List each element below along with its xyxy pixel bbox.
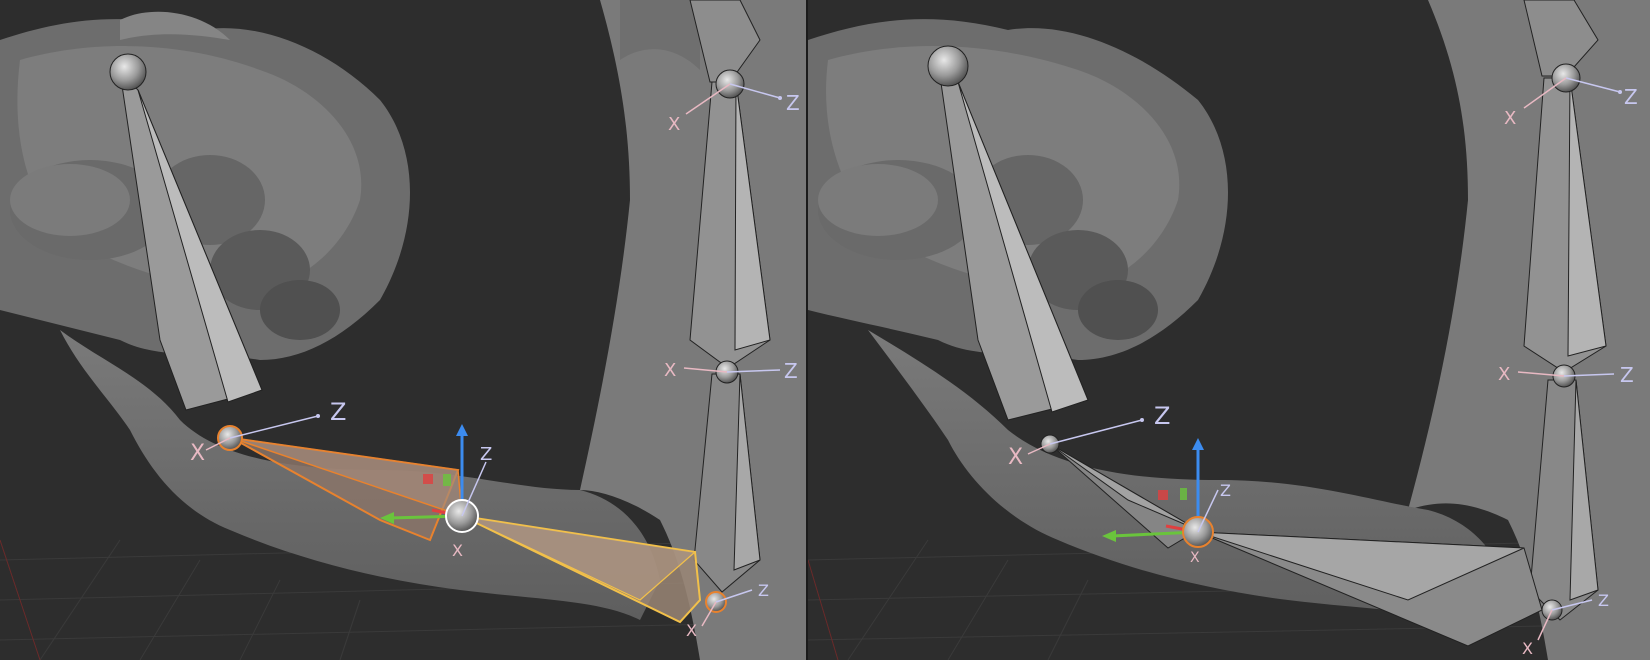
gizmo-z-arrow[interactable] xyxy=(456,424,468,436)
spine-mid-z-label: Z xyxy=(784,359,798,383)
gizmo-xz-plane[interactable] xyxy=(423,474,433,484)
gizmo-yz-plane[interactable] xyxy=(1180,488,1187,500)
jaw-root-z-label: Z xyxy=(330,398,346,426)
spine-mid-x-label: X xyxy=(1498,364,1510,385)
spine-low-x-label: X xyxy=(1522,639,1533,658)
gizmo-yz-plane[interactable] xyxy=(443,474,451,486)
viewport-right[interactable]: Z X Z X X Z X Z Z X xyxy=(808,0,1650,660)
spine-top-z-label: Z xyxy=(786,91,800,115)
spine-mid-z-label: Z xyxy=(1620,363,1634,387)
spine-top-x-label: X xyxy=(1504,108,1516,129)
viewport-left[interactable]: Z X Z X X Z X Z Z X xyxy=(0,0,806,660)
viewport-right-canvas[interactable]: Z X Z X X Z X Z Z X xyxy=(808,0,1650,660)
jaw-root-x-label: X xyxy=(190,441,205,466)
spine-low-z-label: Z xyxy=(758,581,769,600)
jaw-root-z-label: Z xyxy=(1154,402,1170,430)
gizmo-z-label: Z xyxy=(1220,481,1231,500)
gizmo-x-label: X xyxy=(1190,550,1200,566)
gizmo-z-label: Z xyxy=(480,444,492,465)
gizmo-xz-plane[interactable] xyxy=(1158,490,1168,500)
spine-top-z-label: Z xyxy=(1624,85,1638,109)
spine-mid-x-label: X xyxy=(664,360,676,381)
viewport-left-canvas[interactable]: Z X Z X X Z X Z Z X xyxy=(0,0,806,660)
jaw-root-x-label: X xyxy=(1008,445,1023,470)
spine-low-x-label: X xyxy=(686,621,697,640)
gizmo-z-arrow[interactable] xyxy=(1192,438,1204,450)
gizmo-x-label: X xyxy=(452,541,463,560)
spine-top-x-label: X xyxy=(668,114,680,135)
spine-low-z-label: Z xyxy=(1598,591,1609,610)
